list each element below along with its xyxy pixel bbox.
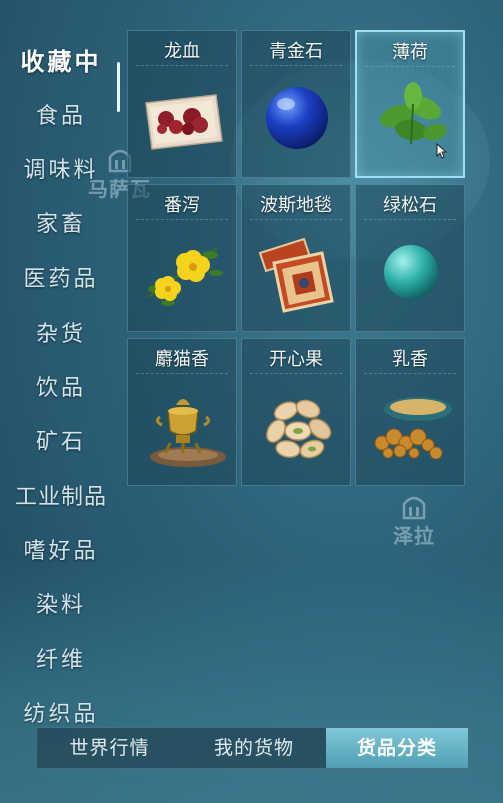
divider xyxy=(136,219,228,220)
divider xyxy=(136,373,228,374)
goods-item-name: 乳香 xyxy=(392,349,428,370)
category-seasoning[interactable]: 调味料 xyxy=(0,152,122,184)
divider xyxy=(250,373,342,374)
lapis-lazuli-icon xyxy=(266,87,328,149)
goods-item-name: 薄荷 xyxy=(392,42,428,63)
divider xyxy=(364,373,456,374)
dragon-blood-icon xyxy=(145,94,223,150)
goods-item-senna[interactable]: 番泻 xyxy=(127,184,237,332)
goods-item-name: 青金石 xyxy=(269,41,323,62)
goods-item-name: 开心果 xyxy=(269,349,323,370)
divider xyxy=(250,65,342,66)
pistachio-icon xyxy=(266,399,332,459)
goods-item-name: 波斯地毯 xyxy=(260,195,332,216)
goods-item-persian-rug[interactable]: 波斯地毯 xyxy=(241,184,351,332)
turquoise-icon xyxy=(384,245,438,299)
port-icon xyxy=(402,496,426,520)
category-fibers[interactable]: 纤维 xyxy=(0,642,122,674)
category-beverages[interactable]: 饮品 xyxy=(0,370,122,402)
goods-item-name: 麝猫香 xyxy=(155,349,209,370)
senna-icon xyxy=(147,246,223,306)
category-food[interactable]: 食品 xyxy=(0,98,122,130)
tab-goods-category[interactable]: 货品分类 xyxy=(326,728,468,768)
goods-item-mint[interactable]: 薄荷 xyxy=(355,30,465,178)
category-dyes[interactable]: 染料 xyxy=(0,587,122,619)
goods-item-name: 绿松石 xyxy=(383,195,437,216)
persian-rug-icon xyxy=(258,237,334,313)
category-ore[interactable]: 矿石 xyxy=(0,424,122,456)
goods-item-pistachio[interactable]: 开心果 xyxy=(241,338,351,486)
civet-incense-icon xyxy=(150,399,226,467)
goods-item-turquoise[interactable]: 绿松石 xyxy=(355,184,465,332)
goods-item-civet[interactable]: 麝猫香 xyxy=(127,338,237,486)
goods-item-lapis-lazuli[interactable]: 青金石 xyxy=(241,30,351,178)
map-marker-zeila[interactable]: 泽拉 xyxy=(393,492,435,549)
frankincense-icon xyxy=(374,397,452,460)
tab-world-market[interactable]: 世界行情 xyxy=(37,728,182,768)
bottom-tab-bar: 世界行情 我的货物 货品分类 xyxy=(36,727,469,769)
mouse-cursor-icon xyxy=(436,143,448,159)
divider xyxy=(136,65,228,66)
goods-item-name: 龙血 xyxy=(164,41,200,62)
category-medicine[interactable]: 医药品 xyxy=(0,261,122,293)
divider xyxy=(364,219,456,220)
category-favorites[interactable]: 收藏中 xyxy=(0,42,122,77)
divider xyxy=(365,66,455,67)
category-sidebar[interactable]: 收藏中 食品 调味料 家畜 医药品 杂货 饮品 矿石 工业制品 嗜好品 染料 纤… xyxy=(0,28,122,728)
category-livestock[interactable]: 家畜 xyxy=(0,206,122,238)
goods-item-name: 番泻 xyxy=(164,195,200,216)
category-textiles[interactable]: 纺织品 xyxy=(0,696,122,728)
category-sundries[interactable]: 杂货 xyxy=(0,316,122,348)
map-marker-label: 泽拉 xyxy=(393,524,435,548)
category-industrial[interactable]: 工业制品 xyxy=(0,479,122,511)
goods-item-frankincense[interactable]: 乳香 xyxy=(355,338,465,486)
tab-my-cargo[interactable]: 我的货物 xyxy=(182,728,326,768)
divider xyxy=(250,219,342,220)
category-luxury[interactable]: 嗜好品 xyxy=(0,533,122,565)
goods-item-dragon-blood[interactable]: 龙血 xyxy=(127,30,237,178)
